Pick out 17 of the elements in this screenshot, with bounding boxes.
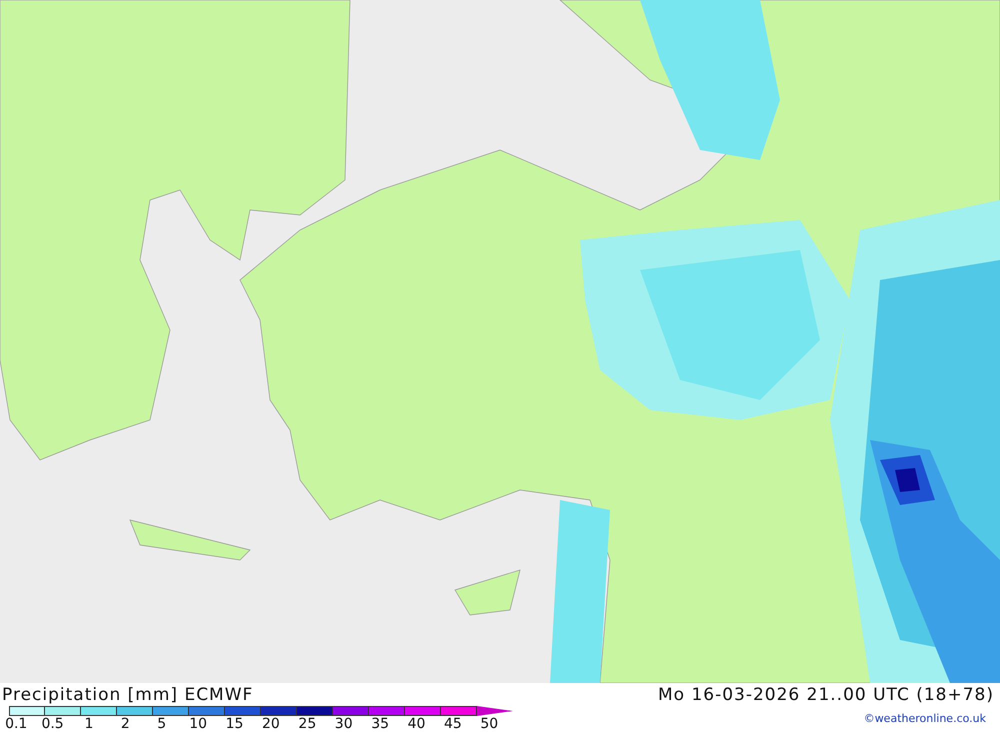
legend-label: 40 xyxy=(406,716,426,732)
legend-label: 30 xyxy=(334,716,354,732)
forecast-datetime: Mo 16-03-2026 21..00 UTC (18+78) xyxy=(658,684,994,706)
legend-label: 15 xyxy=(224,716,244,732)
legend-label: 25 xyxy=(297,716,318,732)
legend-label: 1 xyxy=(84,716,94,732)
credit-text: ©weatheronline.co.uk xyxy=(864,711,987,725)
legend-label: 20 xyxy=(261,716,281,732)
legend-label: 50 xyxy=(479,716,500,732)
legend-label: 0.1 xyxy=(4,716,28,732)
legend-label: 35 xyxy=(370,716,390,732)
legend-label: 10 xyxy=(188,716,208,732)
legend-label: 0.5 xyxy=(40,716,65,732)
map-title: Precipitation [mm] ECMWF xyxy=(2,684,254,706)
legend-label: 5 xyxy=(156,716,168,732)
legend-label: 45 xyxy=(442,716,463,732)
legend-label: 2 xyxy=(120,716,131,732)
